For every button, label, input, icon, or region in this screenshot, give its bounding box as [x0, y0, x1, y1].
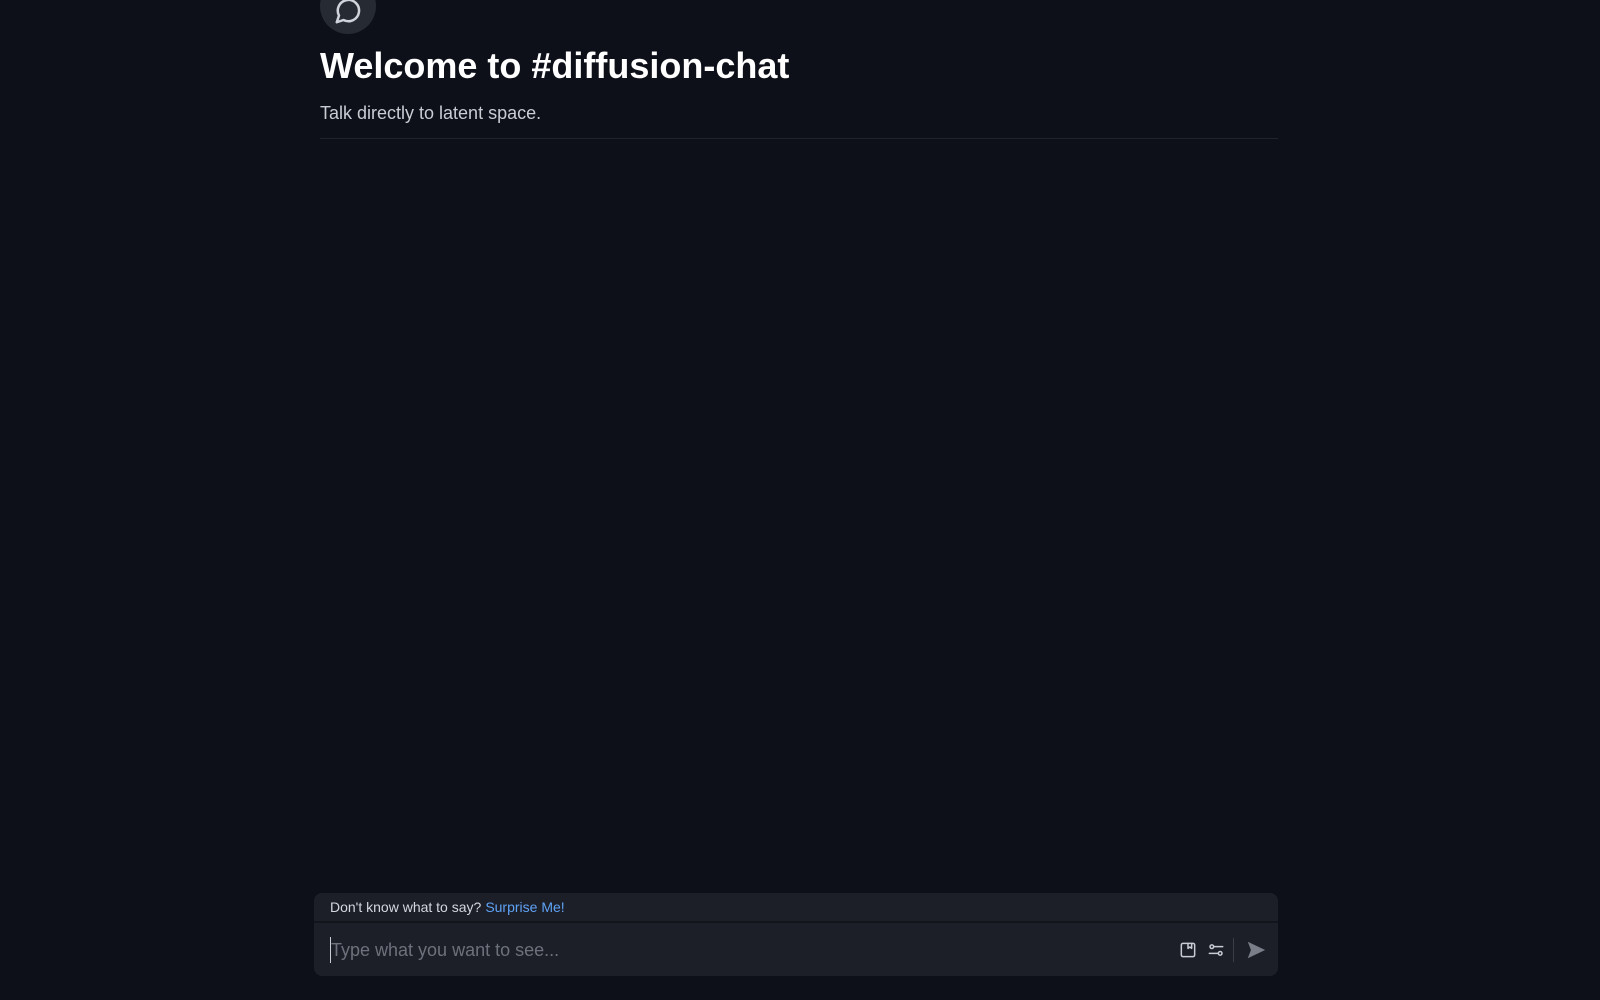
settings-button[interactable]: [1204, 938, 1228, 962]
toolbar-divider: [1233, 938, 1234, 962]
sliders-icon: [1208, 944, 1224, 956]
send-button[interactable]: [1243, 937, 1269, 963]
surprise-me-link[interactable]: Surprise Me!: [485, 899, 564, 915]
input-row: [314, 925, 1278, 976]
channel-subtitle: Talk directly to latent space.: [320, 103, 542, 123]
save-button[interactable]: [1176, 938, 1200, 962]
chat-page: Welcome to #diffusion-chat Talk directly…: [0, 0, 1600, 1000]
chat-bubble-icon: [320, 0, 376, 34]
save-icon: [1180, 942, 1196, 958]
message-composer: Don't know what to say? Surprise Me!: [314, 893, 1278, 976]
channel-title: Welcome to #diffusion-chat: [320, 45, 790, 86]
send-icon: [1247, 941, 1266, 959]
prompt-input[interactable]: [330, 937, 1130, 963]
header-divider: [320, 138, 1278, 139]
suggestion-text: Don't know what to say?: [330, 899, 482, 915]
suggestion-bar: Don't know what to say? Surprise Me!: [314, 893, 1278, 923]
